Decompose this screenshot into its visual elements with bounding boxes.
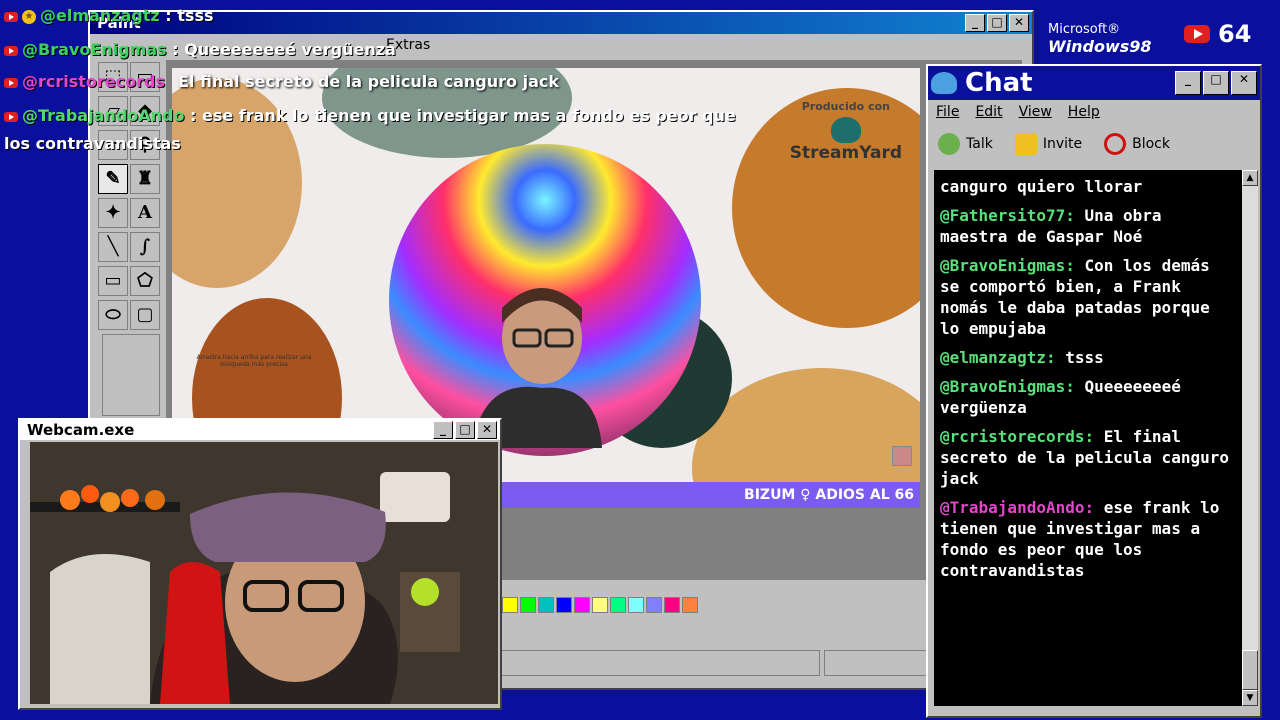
maximize-button[interactable]: □ [1203,71,1229,95]
youtube-icon [1184,25,1210,43]
palette-swatch[interactable] [520,597,536,613]
webcam-window: Webcam.exe _ □ ✕ [18,418,502,710]
block-button[interactable]: Block [1104,133,1170,155]
chat-text: canguro quiero llorar [940,177,1143,196]
maximize-button[interactable]: □ [987,14,1007,32]
chat-message: @elmanzagtz: tsss [940,347,1236,368]
stream-title-overlay: El final secreto de la pelicula canguro … [178,72,559,91]
chat-message: @BravoEnigmas: Queeeeeeeé vergüenza [940,376,1236,418]
people-icon [931,72,957,94]
chat-log: canguro quiero llorar @Fathersito77: Una … [934,170,1242,706]
youtube-icon [4,11,18,22]
block-icon [1104,133,1127,155]
paint-titlebar[interactable]: Paint _ □ ✕ [90,12,1032,34]
polygon-icon[interactable]: ⬠ [130,266,160,296]
close-button[interactable]: ✕ [1009,14,1029,32]
chat-username: @BravoEnigmas: [940,377,1075,396]
palette-swatch[interactable] [592,597,608,613]
overlay-chat-line: @TrabajandoAndo : ese frank lo tienen qu… [4,106,736,125]
chat-message: canguro quiero llorar [940,176,1236,197]
overlay-chat-line: los contravandistas [4,134,181,153]
close-button[interactable]: ✕ [1231,71,1257,95]
text-icon[interactable]: A [130,198,160,228]
streamyard-logo: Producido con StreamYard [790,100,902,163]
palette-swatch[interactable] [556,597,572,613]
webcam-feed [30,442,498,704]
menu-file[interactable]: File [936,104,959,120]
rounded-rect-icon[interactable]: ▢ [130,300,160,330]
windows98-logo: Microsoft® Windows98 [1048,22,1152,56]
chat-message: @TrabajandoAndo: ese frank lo tienen que… [940,497,1236,581]
menu-view[interactable]: View [1019,104,1052,120]
palette-swatch[interactable] [538,597,554,613]
duck-icon [830,117,861,143]
scroll-thumb[interactable] [1242,650,1258,690]
chat-titlebar[interactable]: Chat _ □ ✕ [928,66,1260,100]
curve-icon[interactable]: ∫ [130,232,160,262]
chat-username: @TrabajandoAndo: [940,498,1095,517]
youtube-icon [4,45,18,56]
chat-message: @Fathersito77: Una obra maestra de Gaspa… [940,205,1236,247]
chat-username: @BravoEnigmas: [940,256,1075,275]
webcam-title: Webcam.exe [27,421,135,439]
maximize-button[interactable]: □ [455,421,475,439]
pencil-icon[interactable]: ✎ [98,164,128,194]
close-button[interactable]: ✕ [477,421,497,439]
talk-icon [938,133,960,155]
airbrush-icon[interactable]: ✦ [98,198,128,228]
chat-username: @elmanzagtz: [940,348,1056,367]
overlay-chat-line: @rcristorecords [4,72,165,91]
invite-button[interactable]: Invite [1014,133,1082,155]
talk-button[interactable]: Talk [938,133,993,155]
chat-text: tsss [1065,348,1104,367]
youtube-icon [4,111,18,122]
color-palette [502,597,700,613]
palette-swatch[interactable] [646,597,662,613]
minimize-button[interactable]: _ [1175,71,1201,95]
palette-swatch[interactable] [610,597,626,613]
minimize-button[interactable]: _ [965,14,985,32]
palette-swatch[interactable] [628,597,644,613]
chat-username: @Fathersito77: [940,206,1075,225]
chat-toolbar: Talk Invite Block [928,124,1260,164]
invite-icon [1014,133,1037,155]
menu-help[interactable]: Help [1068,104,1100,120]
palette-swatch[interactable] [502,597,518,613]
chat-menubar: File Edit View Help [928,100,1260,124]
chat-window: Chat _ □ ✕ File Edit View Help Talk Invi… [926,64,1262,718]
scroll-up-icon[interactable]: ▲ [1242,170,1258,186]
streamyard-brand: StreamYard [789,143,902,163]
search-hint: Arrastra hacia arriba para realizar una … [196,354,312,368]
chat-username: @rcristorecords: [940,427,1095,446]
palette-swatch[interactable] [682,597,698,613]
chat-title: Chat [965,68,1033,98]
paint-title: Paint [97,14,141,32]
menu-edit[interactable]: Edit [975,104,1002,120]
chat-scrollbar[interactable]: ▲ ▼ [1242,170,1258,706]
produced-by-label: Producido con [801,100,890,113]
scroll-down-icon[interactable]: ▼ [1242,690,1258,706]
avatar-icon [892,446,912,466]
chat-message: @rcristorecords: El final secreto de la … [940,426,1236,489]
rectangle-icon[interactable]: ▭ [98,266,128,296]
webcam-titlebar[interactable]: Webcam.exe _ □ ✕ [20,420,500,440]
bizum-banner: BIZUM ♀ ADIOS AL 66 [502,482,920,508]
brush-icon[interactable]: ♜ [130,164,160,194]
palette-swatch[interactable] [574,597,590,613]
webcam-scene [30,442,498,704]
star-icon: ★ [22,9,36,24]
tool-options-box[interactable] [102,334,160,416]
viewer-counter: 64 [1184,20,1251,48]
overlay-chat-line: @BravoEnigmas : Queeeeeeeé vergüenza [4,40,396,59]
line-icon[interactable]: ╲ [98,232,128,262]
ellipse-icon[interactable]: ⬭ [98,300,128,330]
overlay-chat-line: ★ @elmanzagtz : tsss [4,6,213,25]
viewer-count: 64 [1218,20,1252,48]
chat-message: @BravoEnigmas: Con los demás se comportó… [940,255,1236,339]
minimize-button[interactable]: _ [433,421,453,439]
youtube-icon [4,77,18,88]
palette-swatch[interactable] [664,597,680,613]
